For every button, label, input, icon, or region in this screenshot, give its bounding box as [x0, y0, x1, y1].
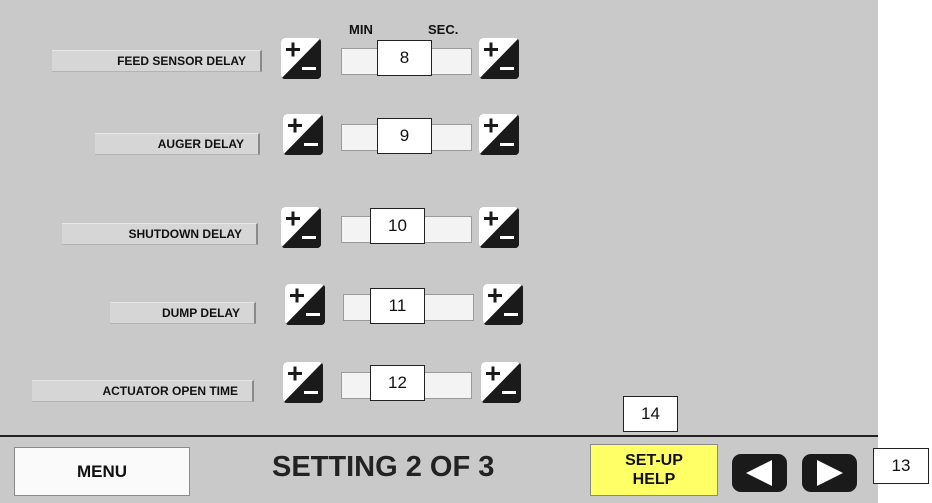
auger-delay-sec-button[interactable] [479, 114, 519, 155]
callout-11: 11 [370, 288, 425, 324]
screen-title: SETTING 2 OF 3 [272, 451, 495, 483]
setup-help-line1: SET-UP [625, 452, 683, 469]
callout-14: 14 [623, 396, 678, 432]
plus-minus-icon [281, 38, 321, 79]
feed-sensor-delay-min-button[interactable] [281, 38, 321, 79]
plus-minus-icon [285, 284, 325, 325]
shutdown-delay-sec-button[interactable] [479, 207, 519, 248]
actuator-open-time-label: ACTUATOR OPEN TIME [32, 380, 254, 402]
plus-minus-icon [479, 38, 519, 79]
plus-minus-icon [481, 362, 521, 403]
plus-minus-icon [283, 362, 323, 403]
prev-button[interactable] [732, 454, 787, 492]
actuator-open-time-sec-button[interactable] [481, 362, 521, 403]
auger-delay-min-button[interactable] [283, 114, 323, 155]
setup-help-button[interactable]: SET-UP HELP [590, 444, 718, 496]
dump-delay-label: DUMP DELAY [110, 302, 256, 324]
shutdown-delay-label: SHUTDOWN DELAY [62, 223, 258, 245]
menu-button[interactable]: MENU [14, 447, 190, 496]
callout-9: 9 [377, 118, 432, 154]
shutdown-delay-min-button[interactable] [281, 207, 321, 248]
dump-delay-min-button[interactable] [285, 284, 325, 325]
callout-10: 10 [370, 208, 425, 244]
callout-8: 8 [377, 40, 432, 76]
sec-column-header: SEC. [428, 22, 459, 37]
callout-13: 13 [873, 448, 929, 484]
plus-minus-icon [281, 207, 321, 248]
callout-12: 12 [370, 365, 425, 401]
settings-panel [0, 0, 878, 503]
setup-help-line2: HELP [632, 471, 676, 488]
plus-minus-icon [283, 114, 323, 155]
plus-minus-icon [479, 207, 519, 248]
feed-sensor-delay-label: FEED SENSOR DELAY [52, 50, 262, 72]
feed-sensor-delay-sec-button[interactable] [479, 38, 519, 79]
dump-delay-sec-button[interactable] [483, 284, 523, 325]
next-arrow-icon [817, 460, 843, 486]
footer-divider [0, 435, 878, 437]
min-column-header: MIN [349, 22, 373, 37]
plus-minus-icon [479, 114, 519, 155]
auger-delay-label: AUGER DELAY [95, 133, 260, 155]
plus-minus-icon [483, 284, 523, 325]
next-button[interactable] [802, 454, 857, 492]
actuator-open-time-min-button[interactable] [283, 362, 323, 403]
prev-arrow-icon [746, 460, 772, 486]
